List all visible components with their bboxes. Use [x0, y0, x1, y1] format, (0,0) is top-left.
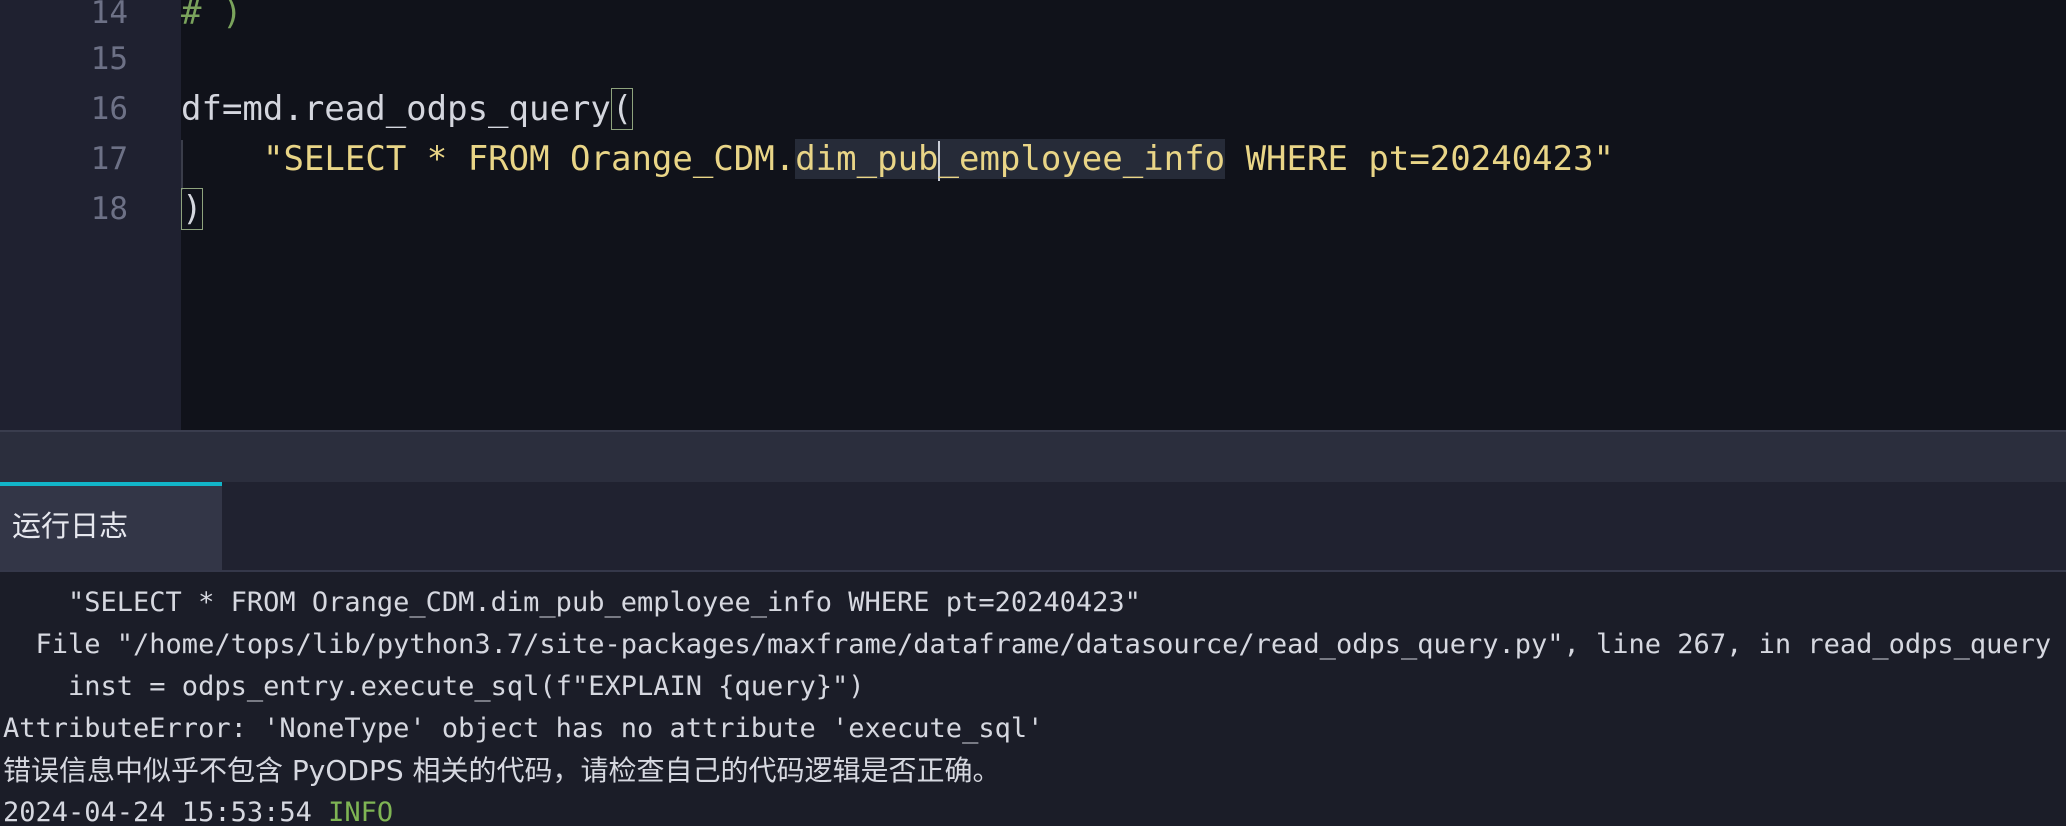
- code-token: WHERE pt=20240423": [1225, 139, 1615, 179]
- bottom-panel-tabs: 运行日志: [0, 482, 2066, 572]
- selected-text-part: _employee_info: [938, 139, 1226, 179]
- line-number: 16: [90, 91, 128, 127]
- log-line: 错误信息中似乎不包含 PyODPS 相关的代码，请检查自己的代码逻辑是否正确。: [3, 754, 1001, 787]
- code-line-14[interactable]: # ): [181, 0, 242, 38]
- tab-run-log[interactable]: 运行日志: [0, 482, 222, 570]
- line-number-gutter: 14 15 16 17 18: [0, 0, 181, 430]
- indent-guide: [181, 140, 183, 190]
- log-line: 2024-04-24 15:53:54 INFO: [3, 792, 393, 826]
- run-log-output[interactable]: "SELECT * FROM Orange_CDM.dim_pub_employ…: [0, 572, 2066, 826]
- panel-resize-handle[interactable]: [0, 430, 2066, 484]
- code-line-16[interactable]: df=md.read_odps_query(: [181, 84, 634, 134]
- code-line-18[interactable]: ): [181, 184, 204, 234]
- log-line: File "/home/tops/lib/python3.7/site-pack…: [3, 629, 2052, 660]
- matching-bracket-close: ): [181, 188, 204, 230]
- line-number: 14: [90, 0, 128, 31]
- selected-text-part: dim_pub: [795, 139, 939, 179]
- line-number: 18: [90, 191, 128, 227]
- code-line-17[interactable]: "SELECT * FROM Orange_CDM.dim_pub_employ…: [263, 134, 1614, 184]
- log-line: "SELECT * FROM Orange_CDM.dim_pub_employ…: [3, 587, 1141, 618]
- line-number: 17: [90, 141, 128, 177]
- code-editor[interactable]: 14 15 16 17 18 # ) df=md.read_odps_query…: [0, 0, 2066, 430]
- code-token: df=md.read_odps_query: [181, 89, 611, 129]
- code-token: "SELECT * FROM Orange_CDM.: [263, 139, 796, 179]
- line-number: 15: [90, 41, 128, 77]
- selected-text: dim_pub_employee_info: [795, 139, 1226, 181]
- log-line: AttributeError: 'NoneType' object has no…: [3, 713, 1044, 744]
- log-timestamp: 2024-04-24 15:53:54: [3, 797, 312, 826]
- log-level: INFO: [328, 797, 394, 826]
- log-line: inst = odps_entry.execute_sql(f"EXPLAIN …: [3, 671, 865, 702]
- matching-bracket-open: (: [610, 88, 634, 130]
